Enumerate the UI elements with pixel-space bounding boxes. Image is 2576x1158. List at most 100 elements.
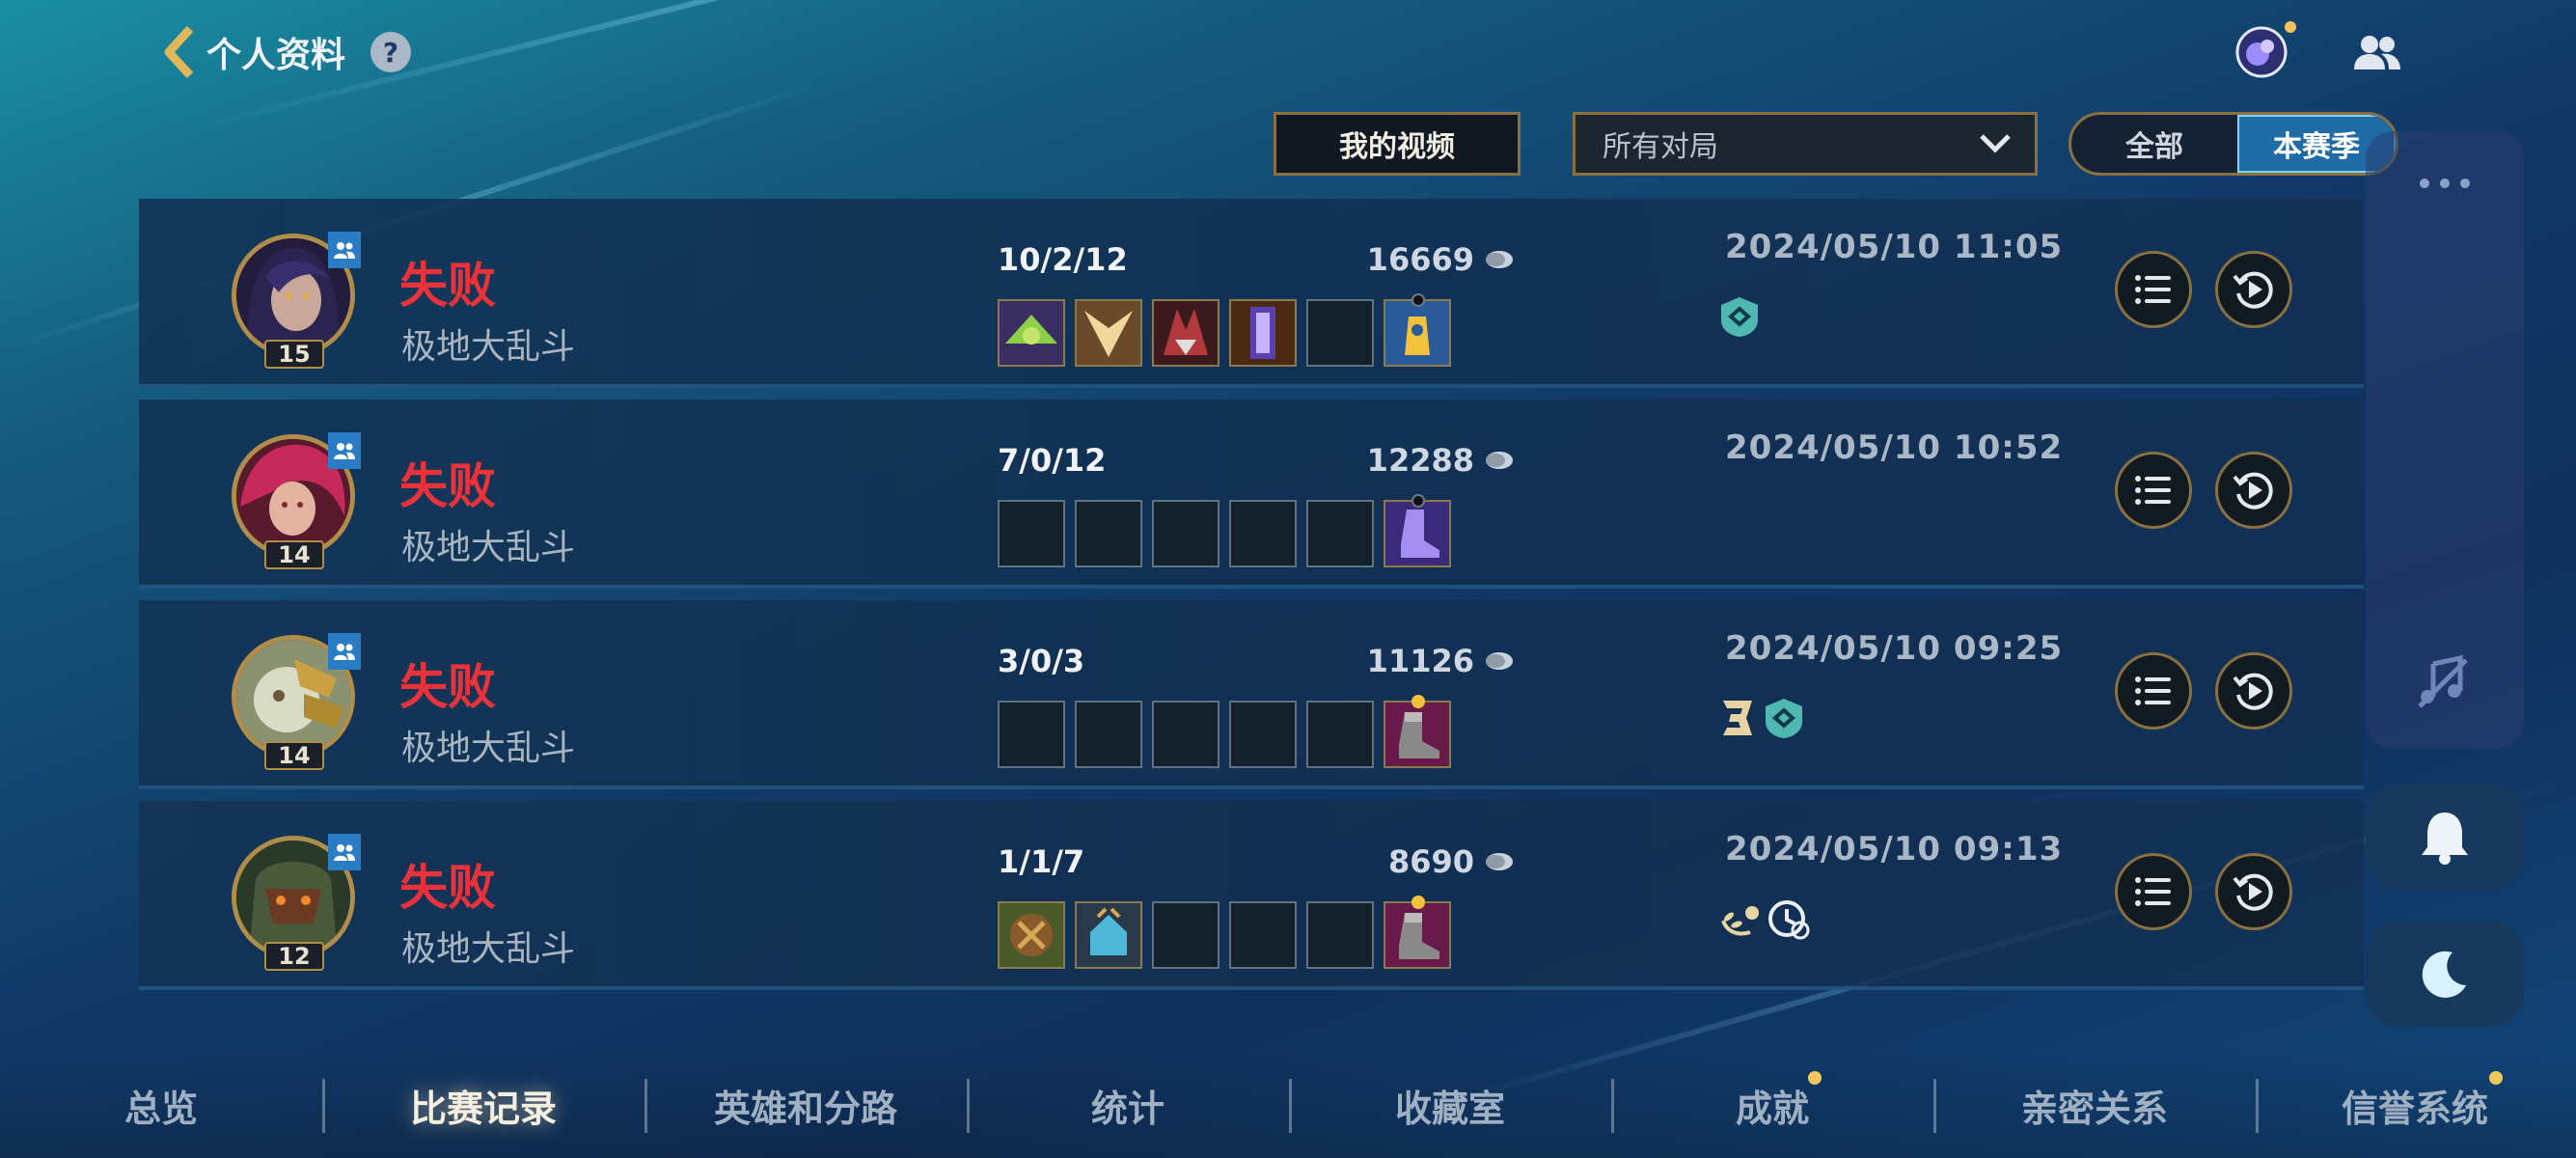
item-slot-empty[interactable] — [998, 701, 1065, 768]
item-slot[interactable] — [1075, 901, 1142, 969]
gold-earned: 16669 — [1302, 241, 1515, 278]
match-tags — [1719, 295, 1760, 342]
champion-avatar: 12 — [232, 834, 361, 971]
tab-stats[interactable]: 统计 — [967, 1052, 1289, 1158]
match-result: 失败 — [399, 458, 496, 514]
champion-level-badge: 14 — [264, 540, 324, 569]
party-icon — [328, 834, 361, 870]
item-slot-empty[interactable] — [1152, 901, 1219, 969]
gold-coin-icon — [1486, 652, 1513, 670]
match-detail-button[interactable] — [2115, 251, 2192, 328]
back-arrow-icon[interactable] — [154, 21, 203, 83]
game-mode: 极地大乱斗 — [401, 929, 576, 969]
tab-champions-roles[interactable]: 英雄和分路 — [644, 1052, 967, 1158]
champion-avatar: 14 — [232, 633, 361, 770]
item-slot-empty[interactable] — [1229, 901, 1297, 969]
chevron-down-icon — [1979, 127, 2012, 161]
party-icon — [328, 432, 361, 469]
ward-shield-icon — [1719, 295, 1760, 342]
item-slot[interactable] — [998, 299, 1065, 367]
more-options-icon[interactable] — [2418, 176, 2472, 189]
item-slot[interactable] — [1075, 299, 1142, 367]
match-detail-button[interactable] — [2115, 853, 2192, 930]
item-slot-empty[interactable] — [1152, 500, 1219, 567]
season-toggle: 全部 本赛季 — [2069, 112, 2398, 176]
music-off-icon[interactable] — [2414, 652, 2472, 710]
boots-slot[interactable] — [1384, 494, 1451, 567]
gold-value: 11126 — [1366, 643, 1474, 679]
champion-avatar: 15 — [232, 232, 361, 369]
timer-icon — [1768, 897, 1810, 944]
game-mode: 极地大乱斗 — [401, 729, 576, 768]
item-slot[interactable] — [998, 901, 1065, 969]
replay-button[interactable] — [2215, 452, 2292, 529]
tab-relationships[interactable]: 亲密关系 — [1933, 1052, 2256, 1158]
list-icon — [2135, 877, 2171, 906]
match-row[interactable]: 14 失败 极地大乱斗 3/0/3 11126 2024/05/10 09:25 — [139, 600, 2364, 789]
item-slot-empty[interactable] — [1306, 500, 1374, 567]
item-slot-empty[interactable] — [1075, 701, 1142, 768]
gold-coin-icon — [1486, 853, 1513, 870]
item-slot-empty[interactable] — [1229, 701, 1297, 768]
night-mode-button[interactable] — [2366, 921, 2524, 1027]
kda: 7/0/12 — [998, 442, 1107, 479]
item-slot-empty[interactable] — [1229, 500, 1297, 567]
gold-coin-icon — [1486, 452, 1513, 469]
replay-button[interactable] — [2215, 853, 2292, 930]
match-detail-button[interactable] — [2115, 452, 2192, 529]
match-row[interactable]: 12 失败 极地大乱斗 1/1/7 8690 2024/05/10 09:13 — [139, 801, 2364, 990]
item-slot-empty[interactable] — [1152, 701, 1219, 768]
toggle-all[interactable]: 全部 — [2071, 115, 2237, 173]
match-type-dropdown[interactable]: 所有对局 — [1573, 112, 2038, 176]
top-right-icons — [2234, 21, 2402, 79]
tab-achievements[interactable]: 成就 — [1611, 1052, 1933, 1158]
match-result: 失败 — [399, 659, 496, 715]
item-slot-empty[interactable] — [998, 500, 1065, 567]
tab-match-history[interactable]: 比赛记录 — [322, 1052, 644, 1158]
ward-shield-icon — [1764, 697, 1804, 743]
bell-icon — [2422, 813, 2468, 865]
boots-slot[interactable] — [1384, 695, 1451, 768]
help-icon[interactable]: ? — [370, 32, 412, 72]
replay-icon — [2233, 472, 2273, 510]
item-build — [998, 896, 1451, 969]
champion-level-badge: 14 — [264, 741, 324, 770]
notification-bell-button[interactable] — [2366, 784, 2524, 890]
party-icon — [328, 232, 361, 268]
game-mode: 极地大乱斗 — [401, 327, 576, 367]
match-row[interactable]: 15 失败 极地大乱斗 10/2/12 16669 2024/05/10 11:… — [139, 199, 2364, 388]
item-slot-empty[interactable] — [1306, 901, 1374, 969]
tab-overview[interactable]: 总览 — [0, 1052, 322, 1158]
notification-dot — [2489, 1071, 2503, 1085]
tab-collection[interactable]: 收藏室 — [1289, 1052, 1611, 1158]
gold-earned: 8690 — [1302, 843, 1515, 880]
champion-level-badge: 15 — [264, 340, 324, 369]
game-mode: 极地大乱斗 — [401, 528, 576, 567]
gold-coin-icon — [1486, 251, 1513, 268]
boots-slot[interactable] — [1384, 896, 1451, 969]
replay-button[interactable] — [2215, 652, 2292, 730]
gold-value: 8690 — [1387, 843, 1474, 880]
gold-earned: 11126 — [1302, 643, 1515, 679]
item-slot-empty[interactable] — [1306, 701, 1374, 768]
item-slot-empty[interactable] — [1075, 500, 1142, 567]
notification-dot — [2285, 21, 2296, 33]
friends-icon[interactable] — [2350, 33, 2402, 71]
tab-honor-system[interactable]: 信誉系统 — [2254, 1052, 2576, 1158]
replay-button[interactable] — [2215, 251, 2292, 328]
kda: 10/2/12 — [998, 241, 1128, 278]
dropdown-selected-value: 所有对局 — [1603, 130, 1718, 164]
match-row[interactable]: 14 失败 极地大乱斗 7/0/12 12288 2024/05/10 10:5… — [139, 400, 2364, 589]
gold-value: 16669 — [1366, 241, 1474, 278]
match-detail-button[interactable] — [2115, 652, 2192, 730]
notification-dot — [1808, 1071, 1822, 1085]
item-slot-empty[interactable] — [1306, 299, 1374, 367]
trinket-slot[interactable] — [1384, 293, 1451, 367]
item-build — [998, 494, 1451, 567]
list-icon — [2135, 275, 2171, 304]
blue-essence-icon[interactable] — [2234, 21, 2296, 79]
item-slot[interactable] — [1152, 299, 1219, 367]
item-slot[interactable] — [1229, 299, 1297, 367]
kda: 3/0/3 — [998, 643, 1085, 679]
my-videos-button[interactable]: 我的视频 — [1274, 112, 1521, 176]
